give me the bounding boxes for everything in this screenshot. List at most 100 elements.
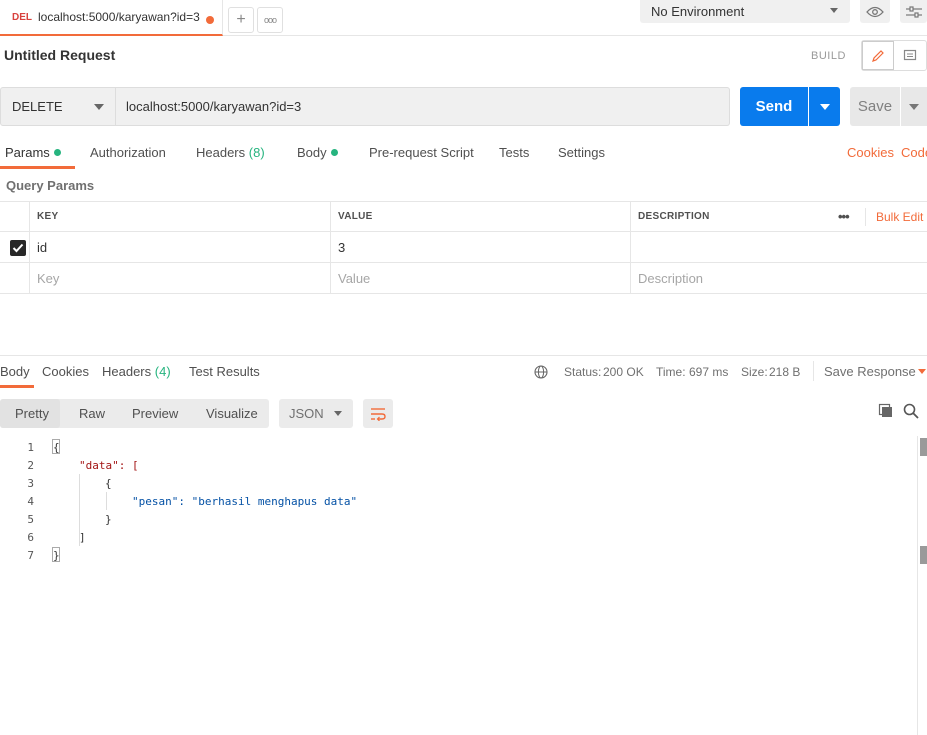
tab-settings[interactable]: Settings (558, 145, 605, 160)
key-header: KEY (29, 202, 330, 231)
param-description-cell[interactable] (630, 232, 927, 262)
more-icon: ooo (263, 15, 277, 25)
new-value-input[interactable]: Value (330, 263, 630, 293)
request-title[interactable]: Untitled Request (4, 47, 115, 63)
checkmark-icon (12, 243, 24, 253)
save-options-button[interactable] (901, 87, 927, 126)
indent-guide (106, 492, 107, 510)
chevron-down-icon (94, 104, 104, 110)
tab-pre-request-script[interactable]: Pre-request Script (369, 145, 474, 160)
tab-options-button[interactable]: ooo (257, 7, 283, 33)
docs-mode-button[interactable] (894, 41, 926, 70)
tab-headers-label: Headers (196, 145, 246, 160)
wrap-icon (371, 407, 386, 421)
tab-tests-label: Tests (499, 145, 530, 160)
code-line: } (105, 513, 112, 526)
request-tab[interactable]: DEL localhost:5000/karyawan?id=3 (0, 0, 223, 36)
search-icon[interactable] (903, 403, 919, 419)
save-button[interactable]: Save (850, 87, 900, 126)
view-mode-group: Pretty Raw Preview Visualize (0, 399, 269, 428)
response-headers-count: (4) (154, 364, 171, 379)
build-label: BUILD (811, 50, 846, 62)
save-label: Save (857, 98, 893, 115)
size-value[interactable]: 218 B (769, 365, 800, 379)
line-number: 1 (27, 441, 34, 454)
chevron-down-icon (909, 103, 919, 110)
line-number: 3 (27, 477, 34, 490)
comment-icon (903, 49, 917, 60)
view-raw[interactable]: Raw (79, 406, 105, 421)
response-divider (0, 355, 927, 356)
response-tab-test-results[interactable]: Test Results (189, 364, 260, 379)
environment-select[interactable]: No Environment (640, 0, 850, 23)
copy-icon[interactable] (878, 403, 894, 419)
new-key-input[interactable]: Key (29, 263, 330, 293)
param-value-cell[interactable]: 3 (330, 232, 630, 262)
sliders-icon (905, 5, 922, 18)
unsaved-indicator-icon (206, 16, 214, 24)
response-headers-label: Headers (102, 364, 152, 379)
environment-label: No Environment (651, 4, 745, 19)
tab-settings-label: Settings (558, 145, 605, 160)
environment-quick-look-button[interactable] (860, 0, 890, 23)
param-key-cell[interactable]: id (29, 232, 330, 262)
response-tab-headers[interactable]: Headers (4) (102, 364, 171, 379)
view-visualize[interactable]: Visualize (206, 406, 258, 421)
url-input[interactable]: localhost:5000/karyawan?id=3 (116, 87, 730, 126)
code-link[interactable]: Code (901, 145, 927, 160)
method-select[interactable]: DELETE (0, 87, 116, 126)
line-number: 6 (27, 531, 34, 544)
code-line: "data": [ (79, 459, 139, 472)
save-response-button[interactable]: Save Response (824, 364, 916, 379)
mode-toggle (861, 40, 927, 71)
format-select[interactable]: JSON (279, 399, 353, 428)
tab-body[interactable]: Body (297, 145, 338, 160)
chevron-down-icon (334, 411, 342, 416)
more-options-icon[interactable]: ••• (838, 209, 850, 224)
wrap-lines-button[interactable] (363, 399, 393, 428)
response-tab-cookies[interactable]: Cookies (42, 364, 89, 379)
row-enabled-checkbox[interactable] (10, 240, 26, 256)
time-value[interactable]: 697 ms (689, 365, 728, 379)
line-number: 2 (27, 459, 34, 472)
tab-headers[interactable]: Headers (8) (196, 145, 265, 160)
status-value[interactable]: 200 OK (603, 365, 644, 379)
response-tab-body[interactable]: Body (0, 364, 30, 379)
pencil-icon (872, 49, 884, 62)
cookies-link[interactable]: Cookies (847, 145, 894, 160)
code-line: ] (79, 531, 86, 544)
vertical-scrollbar[interactable] (917, 436, 927, 735)
send-button[interactable]: Send (740, 87, 808, 126)
tab-params-label: Params (5, 145, 50, 160)
chevron-down-icon (830, 8, 838, 13)
scrollbar-marker (920, 438, 927, 456)
new-tab-button[interactable]: + (228, 7, 254, 33)
tab-method-label: DEL (12, 11, 32, 23)
divider (865, 208, 866, 226)
save-response-label: Save Response (824, 364, 916, 379)
tab-params[interactable]: Params (5, 145, 61, 160)
active-response-tab-underline (0, 385, 34, 388)
send-label: Send (755, 98, 793, 115)
code-line: { (105, 477, 112, 490)
view-pretty[interactable]: Pretty (15, 406, 49, 421)
tab-authorization[interactable]: Authorization (90, 145, 166, 160)
new-description-input[interactable]: Description (630, 263, 927, 293)
chevron-down-icon (918, 369, 926, 374)
query-params-title: Query Params (6, 178, 95, 193)
manage-environments-button[interactable] (900, 0, 927, 23)
value-header: VALUE (330, 202, 630, 231)
send-options-button[interactable] (809, 87, 840, 126)
size-label: Size: (741, 365, 768, 379)
globe-icon[interactable] (534, 365, 548, 379)
tab-pre-request-label: Pre-request Script (369, 145, 474, 160)
time-label: Time: (656, 365, 686, 379)
scrollbar-marker (920, 546, 927, 564)
url-value: localhost:5000/karyawan?id=3 (126, 99, 302, 114)
bulk-edit-link[interactable]: Bulk Edit (876, 210, 923, 224)
tab-body-label: Body (297, 145, 327, 160)
view-preview[interactable]: Preview (132, 406, 178, 421)
edit-mode-button[interactable] (862, 41, 895, 70)
code-line: } (53, 549, 60, 562)
tab-tests[interactable]: Tests (499, 145, 529, 160)
